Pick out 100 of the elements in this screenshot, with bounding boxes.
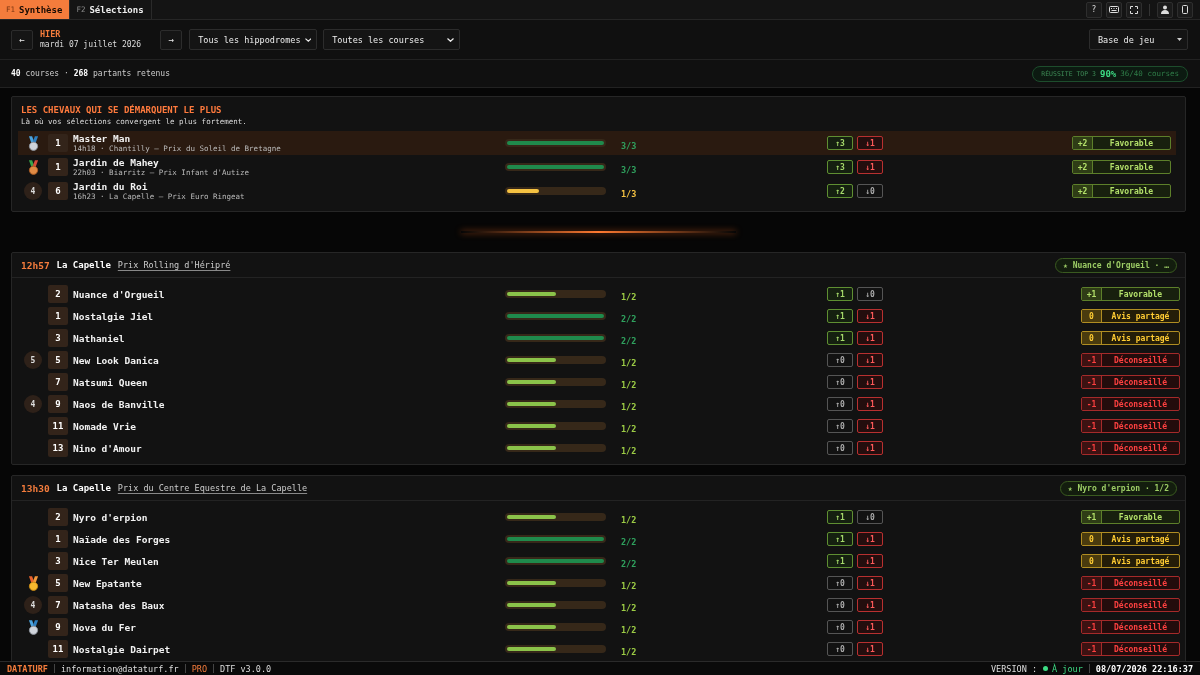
chevron-down-icon xyxy=(447,37,455,42)
verdict-label: Favorable xyxy=(1108,161,1155,173)
score-fraction: 1/2 xyxy=(621,445,637,456)
runner-number: 1 xyxy=(48,307,68,325)
race-name-link[interactable]: Prix Rolling d'Héripré xyxy=(117,260,231,270)
down-votes: ↓1 xyxy=(857,554,883,568)
tablet-icon xyxy=(1182,5,1188,14)
finish-rank: 4 xyxy=(24,596,42,614)
runner-name: Nuance d'Orgueil xyxy=(73,288,166,300)
user-button[interactable] xyxy=(1157,1,1173,18)
up-votes: ↑3 xyxy=(827,160,853,174)
help-button[interactable]: ? xyxy=(1086,1,1102,18)
runner-number: 6 xyxy=(48,182,68,200)
score-fraction: 2/2 xyxy=(621,313,637,324)
up-votes: ↑1 xyxy=(827,510,853,524)
down-votes: ↓1 xyxy=(857,353,883,367)
verdict-points: -1 xyxy=(1082,442,1102,454)
down-votes: ↓1 xyxy=(857,532,883,546)
up-votes: ↑0 xyxy=(827,353,853,367)
score-fraction: 1/2 xyxy=(621,624,637,635)
score-fraction: 2/2 xyxy=(621,335,637,346)
finish-rank: 4 xyxy=(24,395,42,413)
runner-name: Natsumi Queen xyxy=(73,376,149,388)
next-day-button[interactable]: → xyxy=(160,29,183,50)
verdict-label: Déconseillé xyxy=(1113,376,1168,388)
race-time: 12h57 xyxy=(21,259,50,271)
score-fraction: 3/3 xyxy=(621,140,637,151)
runner-number: 11 xyxy=(48,640,68,658)
up-votes: ↑0 xyxy=(827,441,853,455)
verdict-points: +2 xyxy=(1073,137,1093,149)
runner-number: 5 xyxy=(48,351,68,369)
score-fraction: 1/2 xyxy=(621,379,637,390)
up-votes: ↑0 xyxy=(827,598,853,612)
verdict-label: Déconseillé xyxy=(1113,420,1168,432)
runner-number: 13 xyxy=(48,439,68,457)
down-votes: ↓1 xyxy=(857,598,883,612)
runner-number: 1 xyxy=(48,134,68,152)
verdict-points: -1 xyxy=(1082,643,1102,655)
verdict-label: Déconseillé xyxy=(1113,354,1168,366)
runner-number: 2 xyxy=(48,285,68,303)
runner-name: New Look Danica xyxy=(73,354,160,366)
runner-number: 3 xyxy=(48,552,68,570)
score-fraction: 2/2 xyxy=(621,558,637,569)
up-votes: ↑0 xyxy=(827,397,853,411)
status-text: À jour xyxy=(1052,663,1083,674)
top-pick-tag: ★ Nyro d'erpion · 1/2 xyxy=(1059,480,1177,496)
fullscreen-button[interactable] xyxy=(1126,1,1142,18)
filter-select[interactable]: Toutes les courses xyxy=(323,29,461,50)
race-name-link[interactable]: Prix du Centre Equestre de La Capelle xyxy=(117,483,308,493)
up-votes: ↑2 xyxy=(827,184,853,198)
up-votes: ↑1 xyxy=(827,554,853,568)
verdict-points: -1 xyxy=(1082,599,1102,611)
verdict-label: Avis partagé xyxy=(1110,310,1171,322)
down-votes: ↓0 xyxy=(857,184,883,198)
finish-rank: 5 xyxy=(24,351,42,369)
date-label: mardi 07 juillet 2026 xyxy=(40,40,142,50)
runner-number: 3 xyxy=(48,329,68,347)
down-votes: ↓1 xyxy=(857,419,883,433)
runner-number: 9 xyxy=(48,618,68,636)
up-votes: ↑0 xyxy=(827,576,853,590)
up-votes: ↑0 xyxy=(827,419,853,433)
runner-name: Nino d'Amour xyxy=(73,442,143,454)
down-votes: ↓1 xyxy=(857,375,883,389)
race-venue: La Capelle xyxy=(56,260,111,270)
down-votes: ↓0 xyxy=(857,287,883,301)
verdict-label: Favorable xyxy=(1117,511,1164,523)
previous-day-button[interactable]: ← xyxy=(11,29,33,50)
verdict-label: Avis partagé xyxy=(1110,332,1171,344)
keyboard-button[interactable] xyxy=(1106,1,1122,18)
verdict-points: +2 xyxy=(1073,185,1093,197)
verdict-points: +1 xyxy=(1082,511,1102,523)
mode-select[interactable]: Base de jeu xyxy=(1089,29,1188,50)
verdict-points: +1 xyxy=(1082,288,1102,300)
up-votes: ↑1 xyxy=(827,532,853,546)
score-fraction: 1/2 xyxy=(621,580,637,591)
up-votes: ↑3 xyxy=(827,136,853,150)
version-label: VERSION : xyxy=(991,663,1038,674)
down-votes: ↓1 xyxy=(857,136,883,150)
filter-select[interactable]: Tous les hippodromes xyxy=(189,29,318,50)
verdict-points: -1 xyxy=(1082,398,1102,410)
runner-number: 2 xyxy=(48,508,68,526)
runner-number: 1 xyxy=(48,158,68,176)
verdict-label: Favorable xyxy=(1117,288,1164,300)
score-fraction: 1/2 xyxy=(621,423,637,434)
score-fraction: 1/2 xyxy=(621,602,637,613)
runner-name: Nyro d'erpion xyxy=(73,511,149,523)
user-icon xyxy=(1161,5,1169,14)
verdict-points: 0 xyxy=(1082,310,1102,322)
score-fraction: 1/2 xyxy=(621,291,637,302)
tablet-button[interactable] xyxy=(1177,1,1193,18)
verdict-label: Déconseillé xyxy=(1113,577,1168,589)
build-version: DTF v3.0.0 xyxy=(220,663,272,674)
runner-number: 11 xyxy=(48,417,68,435)
verdict-points: -1 xyxy=(1082,621,1102,633)
brand-name: DATATURF xyxy=(7,663,48,674)
runner-name: Nova du Fer xyxy=(73,621,137,633)
score-fraction: 1/3 xyxy=(621,188,637,199)
card-title: LES CHEVAUX QUI SE DÉMARQUENT LE PLUS xyxy=(20,104,223,116)
verdict-label: Déconseillé xyxy=(1113,599,1168,611)
down-votes: ↓1 xyxy=(857,576,883,590)
